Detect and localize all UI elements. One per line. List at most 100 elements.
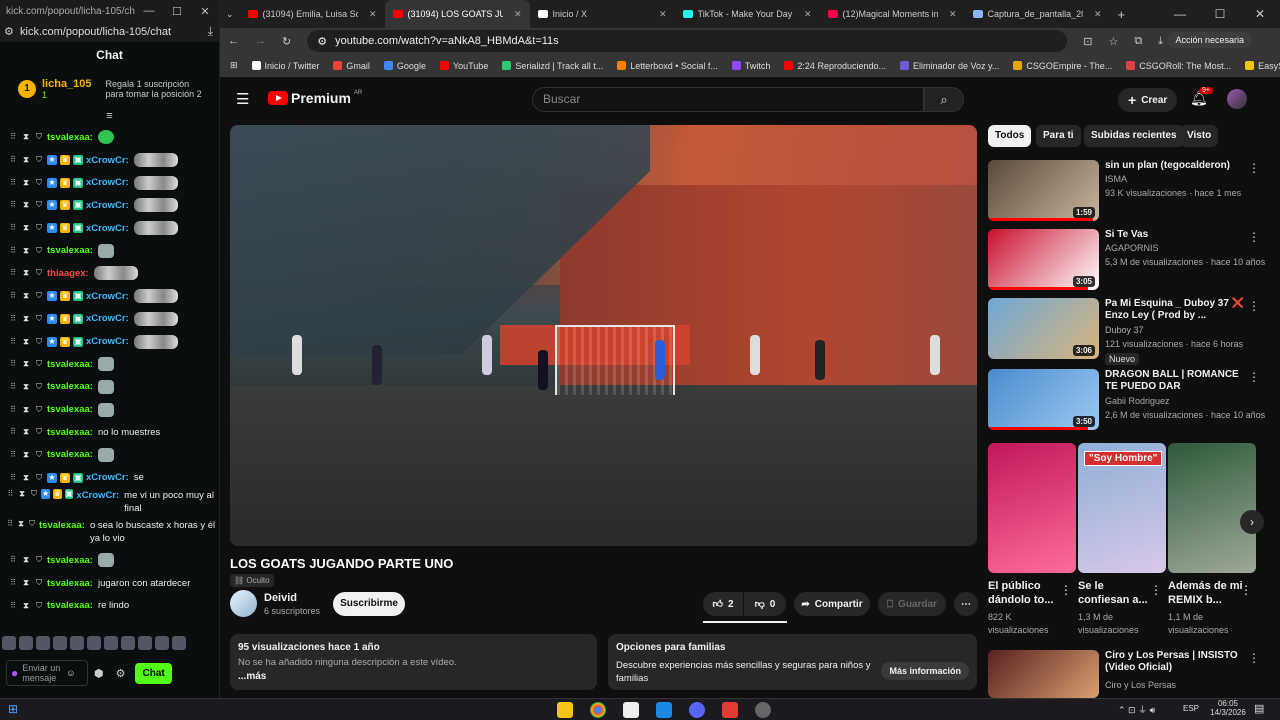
emote-icon[interactable] xyxy=(87,636,101,650)
new-tab-button[interactable]: + xyxy=(1110,0,1134,28)
keyboard-language[interactable]: ESP xyxy=(1183,704,1199,713)
address-bar[interactable]: ⚙ youtube.com/watch?v=aNkA8_HBMdA&t=11s xyxy=(307,30,1068,52)
filter-chip[interactable]: Visto xyxy=(1180,125,1219,147)
more-options-icon[interactable]: ⋮ xyxy=(1060,583,1072,597)
short-title[interactable]: El público dándolo to... xyxy=(988,579,1063,607)
emote-icon[interactable] xyxy=(104,636,118,650)
short-title[interactable]: Además de mi REMIX b... xyxy=(1168,579,1243,607)
mic-icon[interactable]: ● xyxy=(11,666,18,680)
minimize-icon[interactable]: — xyxy=(1160,0,1200,28)
forward-icon[interactable]: → xyxy=(255,35,266,47)
emote-icon[interactable] xyxy=(36,636,50,650)
install-icon[interactable]: ⊡ xyxy=(1083,35,1092,48)
bookmark-item[interactable]: Google xyxy=(383,61,426,71)
short-thumbnail[interactable]: "Soy Hombre" xyxy=(1078,443,1166,573)
subscribe-button[interactable]: Suscribirme xyxy=(333,592,405,616)
gift-icon[interactable]: ⬢ xyxy=(94,667,104,680)
bookmark-star-icon[interactable]: ☆ xyxy=(1108,35,1118,48)
chat-username[interactable]: thiaagex: xyxy=(47,268,89,279)
chat-username[interactable]: tsvalexaa: xyxy=(47,245,93,256)
more-options-icon[interactable]: ⋮ xyxy=(1248,299,1260,313)
app-icon[interactable] xyxy=(656,702,672,718)
site-settings-icon[interactable]: ⚙ xyxy=(4,25,14,38)
account-action-button[interactable]: Acción necesaria xyxy=(1167,32,1252,48)
close-tab-icon[interactable]: ✕ xyxy=(369,9,377,20)
browser-tab[interactable]: (31094) LOS GOATS JUG ✕ xyxy=(384,0,530,28)
browser-tab[interactable]: (31094) Emilia, Luisa Son ✕ xyxy=(240,0,385,28)
description-box[interactable]: 95 visualizaciones hace 1 año No se ha a… xyxy=(230,634,597,690)
browser-tab[interactable]: Inicio / X ✕ xyxy=(530,0,675,28)
bookmark-item[interactable]: 2:24 Reproduciendo... xyxy=(784,61,886,71)
emote-icon[interactable] xyxy=(19,636,33,650)
bookmark-item[interactable]: Gmail xyxy=(333,61,370,71)
notepad-icon[interactable] xyxy=(623,702,639,718)
close-tab-icon[interactable]: ✕ xyxy=(514,9,522,20)
related-video-item[interactable]: 3:06 Pa Mi Esquina _ Duboy 37 ❌ Enzo Ley … xyxy=(988,298,1268,365)
send-chat-button[interactable]: Chat xyxy=(135,662,172,684)
chat-username[interactable]: xCrowCr: xyxy=(86,472,129,483)
windows-start-icon[interactable]: ⊞ xyxy=(8,702,18,716)
short-title[interactable]: Se le confiesan a... xyxy=(1078,579,1153,607)
chat-username[interactable]: tsvalexaa: xyxy=(47,449,93,460)
bookmark-item[interactable]: Serializd | Track all t... xyxy=(502,61,603,71)
reload-icon[interactable]: ↻ xyxy=(282,35,291,48)
channel-avatar[interactable] xyxy=(230,590,257,617)
emote-icon[interactable] xyxy=(155,636,169,650)
discord-icon[interactable] xyxy=(689,702,705,718)
short-thumbnail[interactable] xyxy=(1168,443,1256,573)
chat-username[interactable]: tsvalexaa: xyxy=(47,359,93,370)
share-button[interactable]: ➦ Compartir xyxy=(794,592,870,616)
chat-username[interactable]: xCrowCr: xyxy=(86,177,129,188)
close-tab-icon[interactable]: ✕ xyxy=(659,9,667,20)
bookmark-item[interactable]: Twitch xyxy=(731,61,770,71)
chat-username[interactable]: xCrowCr: xyxy=(86,336,129,347)
bookmark-item[interactable]: Letterboxd • Social f... xyxy=(617,61,718,71)
video-player[interactable] xyxy=(230,125,977,546)
emote-icon[interactable] xyxy=(53,636,67,650)
chat-username[interactable]: tsvalexaa: xyxy=(47,578,93,589)
chat-username[interactable]: xCrowCr: xyxy=(76,489,119,502)
more-options-icon[interactable]: ⋮ xyxy=(1240,583,1252,597)
download-icon[interactable]: ⤓ xyxy=(1158,35,1163,48)
emoji-icon[interactable]: ☺ xyxy=(66,668,75,678)
maximize-icon[interactable]: ☐ xyxy=(1200,0,1240,28)
chat-username[interactable]: tsvalexaa: xyxy=(47,381,93,392)
related-video-item[interactable]: 1:59 sin un plan (tegocalderon) ISMA 93 K v… xyxy=(988,160,1268,224)
chrome-icon[interactable] xyxy=(590,702,606,718)
close-tab-icon[interactable]: ✕ xyxy=(1094,9,1102,20)
search-input[interactable]: Buscar xyxy=(532,87,924,112)
dislike-button[interactable]: 👎︎ 0 xyxy=(744,592,786,616)
minimize-icon[interactable]: — xyxy=(135,5,163,17)
emote-strip[interactable] xyxy=(0,636,220,654)
more-options-icon[interactable]: ⋮ xyxy=(1248,230,1260,244)
search-icon[interactable]: ⌕ xyxy=(924,87,964,112)
more-actions-icon[interactable]: ⋯ xyxy=(954,592,978,616)
apps-icon[interactable]: ⊞ xyxy=(230,60,238,71)
chat-username[interactable]: tsvalexaa: xyxy=(39,519,85,532)
bookmark-item[interactable]: YouTube xyxy=(439,61,488,71)
collapse-icon[interactable]: ≡ xyxy=(0,110,219,126)
chat-username[interactable]: xCrowCr: xyxy=(86,200,129,211)
bookmark-item[interactable]: Eliminador de Voz y... xyxy=(900,61,999,71)
save-button[interactable]: ⎕ Guardar xyxy=(878,592,946,616)
emote-icon[interactable] xyxy=(172,636,186,650)
more-info-button[interactable]: Más información xyxy=(881,662,969,680)
chat-username[interactable]: tsvalexaa: xyxy=(47,600,93,611)
chat-username[interactable]: xCrowCr: xyxy=(86,313,129,324)
filter-chip[interactable]: Todos xyxy=(988,125,1032,147)
browser-tab[interactable]: Captura_de_pantalla_2026-0 ✕ xyxy=(965,0,1110,28)
more-options-icon[interactable]: ⋮ xyxy=(1248,651,1260,665)
emote-icon[interactable] xyxy=(2,636,16,650)
like-button[interactable]: 👍︎ 2 xyxy=(703,592,743,616)
chat-username[interactable]: tsvalexaa: xyxy=(47,427,93,438)
app-icon[interactable] xyxy=(722,702,738,718)
bookmark-item[interactable]: Inicio / Twitter xyxy=(251,61,319,71)
browser-tab[interactable]: (12)Magical Moments in Foc ✕ xyxy=(820,0,965,28)
steam-icon[interactable] xyxy=(755,702,771,718)
related-video-item[interactable]: 3:05 Si Te Vas AGAPORNIS 5,3 M de visualiza… xyxy=(988,229,1268,293)
more-options-icon[interactable]: ⋮ xyxy=(1248,370,1260,384)
channel-name[interactable]: Deivid xyxy=(264,592,297,604)
chat-username[interactable]: xCrowCr: xyxy=(86,291,129,302)
related-video-item[interactable]: 3:50 DRAGON BALL | ROMANCE TE PUEDO DAR Ga… xyxy=(988,369,1268,433)
tray-icons[interactable]: ⌃ ⊡ ⏚ 🔊︎ xyxy=(1118,703,1155,716)
